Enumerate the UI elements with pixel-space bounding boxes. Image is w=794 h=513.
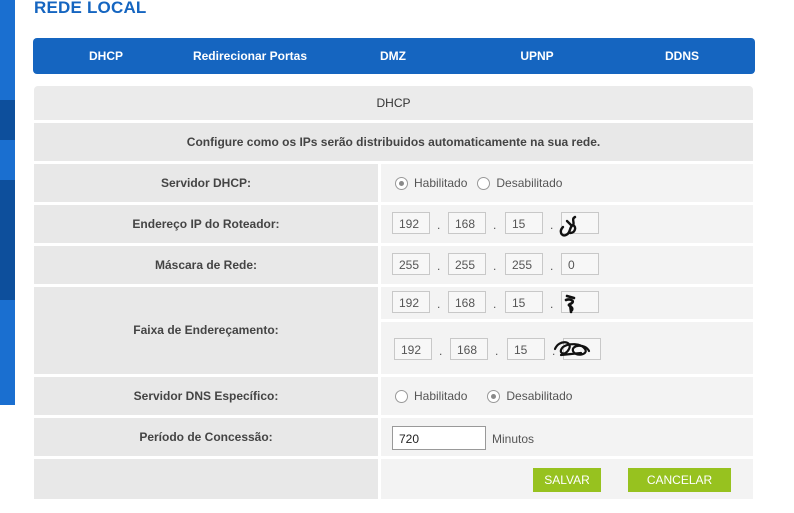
tab-upnp[interactable]: UPNP	[507, 38, 567, 74]
range-start-octet-3[interactable]: 15	[505, 291, 543, 313]
dns-server-enabled-radio[interactable]	[395, 389, 408, 403]
dns-server-enabled-option[interactable]: Habilitado	[395, 389, 467, 403]
dns-server-radio-group: Habilitado Desabilitado	[395, 377, 582, 415]
ip-separator: .	[495, 344, 499, 358]
dns-server-disabled-label: Desabilitado	[506, 389, 573, 403]
ip-separator: .	[437, 259, 441, 273]
lease-value: 720 Minutos	[381, 418, 753, 456]
range-start-octet-2[interactable]: 168	[448, 291, 486, 313]
dhcp-server-enabled-radio[interactable]	[395, 176, 408, 190]
tab-dmz[interactable]: DMZ	[363, 38, 423, 74]
tab-dhcp[interactable]: DHCP	[71, 38, 141, 74]
address-range-start-value: 192 . 168 . 15 .	[381, 287, 753, 319]
ip-separator: .	[550, 297, 554, 311]
range-end-octet-3[interactable]: 15	[507, 338, 545, 360]
ip-separator: .	[550, 259, 554, 273]
router-ip-label: Endereço IP do Roteador:	[34, 205, 378, 243]
netmask-octet-4[interactable]: 0	[561, 253, 599, 275]
left-sidebar-strip	[0, 0, 15, 405]
dhcp-server-radio-group: Habilitado Desabilitado	[395, 164, 572, 202]
dhcp-server-disabled-radio[interactable]	[477, 176, 491, 190]
button-row: SALVAR CANCELAR	[381, 459, 753, 499]
dns-server-label: Servidor DNS Específico:	[34, 377, 378, 415]
cancel-button[interactable]: CANCELAR	[628, 468, 731, 492]
redaction-scribble	[559, 215, 577, 237]
page-title: REDE LOCAL	[34, 0, 147, 17]
ip-separator: .	[493, 297, 497, 311]
tab-redirecionar-portas[interactable]: Redirecionar Portas	[183, 38, 317, 74]
address-range-end-value: 192 . 168 . 15 .	[381, 322, 753, 374]
section-title: DHCP	[34, 86, 753, 120]
address-range-label: Faixa de Endereçamento:	[34, 287, 378, 374]
ip-separator: .	[493, 259, 497, 273]
tab-bar: DHCP Redirecionar Portas DMZ UPNP DDNS	[33, 38, 755, 74]
range-end-octet-1[interactable]: 192	[394, 338, 432, 360]
dhcp-server-enabled-label: Habilitado	[414, 176, 468, 190]
save-button[interactable]: SALVAR	[533, 468, 601, 492]
netmask-label: Máscara de Rede:	[34, 246, 378, 284]
dhcp-server-disabled-label: Desabilitado	[496, 176, 563, 190]
sidebar-segment	[0, 180, 15, 300]
lease-unit: Minutos	[492, 432, 535, 446]
router-ip-value: 192 . 168 . 15 .	[381, 205, 753, 243]
ip-separator: .	[493, 218, 497, 232]
dns-server-disabled-radio[interactable]	[487, 389, 501, 403]
dhcp-server-value: Habilitado Desabilitado	[381, 164, 753, 202]
netmask-value: 255 . 255 . 255 . 0	[381, 246, 753, 284]
redaction-scribble	[564, 294, 576, 314]
section-description: Configure como os IPs serão distribuidos…	[34, 123, 753, 161]
dns-server-value: Habilitado Desabilitado	[381, 377, 753, 415]
tab-ddns[interactable]: DDNS	[651, 38, 713, 74]
netmask-octet-1[interactable]: 255	[392, 253, 430, 275]
router-ip-octet-1[interactable]: 192	[392, 212, 430, 234]
netmask-octet-3[interactable]: 255	[505, 253, 543, 275]
ip-separator: .	[437, 218, 441, 232]
range-end-octet-2[interactable]: 168	[450, 338, 488, 360]
router-ip-octet-2[interactable]: 168	[448, 212, 486, 234]
router-ip-octet-3[interactable]: 15	[505, 212, 543, 234]
dhcp-server-label: Servidor DHCP:	[34, 164, 378, 202]
button-row-spacer	[34, 459, 378, 499]
lease-input[interactable]: 720	[392, 426, 486, 450]
lease-label: Período de Concessão:	[34, 418, 378, 456]
dns-server-disabled-option[interactable]: Desabilitado	[487, 389, 572, 403]
netmask-octet-2[interactable]: 255	[448, 253, 486, 275]
dhcp-server-enabled-option[interactable]: Habilitado	[395, 176, 467, 190]
dhcp-server-disabled-option[interactable]: Desabilitado	[477, 176, 562, 190]
dns-server-enabled-label: Habilitado	[414, 389, 468, 403]
ip-separator: .	[437, 297, 441, 311]
range-start-octet-1[interactable]: 192	[392, 291, 430, 313]
ip-separator: .	[439, 344, 443, 358]
ip-separator: .	[550, 218, 554, 232]
redaction-scribble	[553, 341, 591, 357]
sidebar-segment	[0, 100, 15, 140]
